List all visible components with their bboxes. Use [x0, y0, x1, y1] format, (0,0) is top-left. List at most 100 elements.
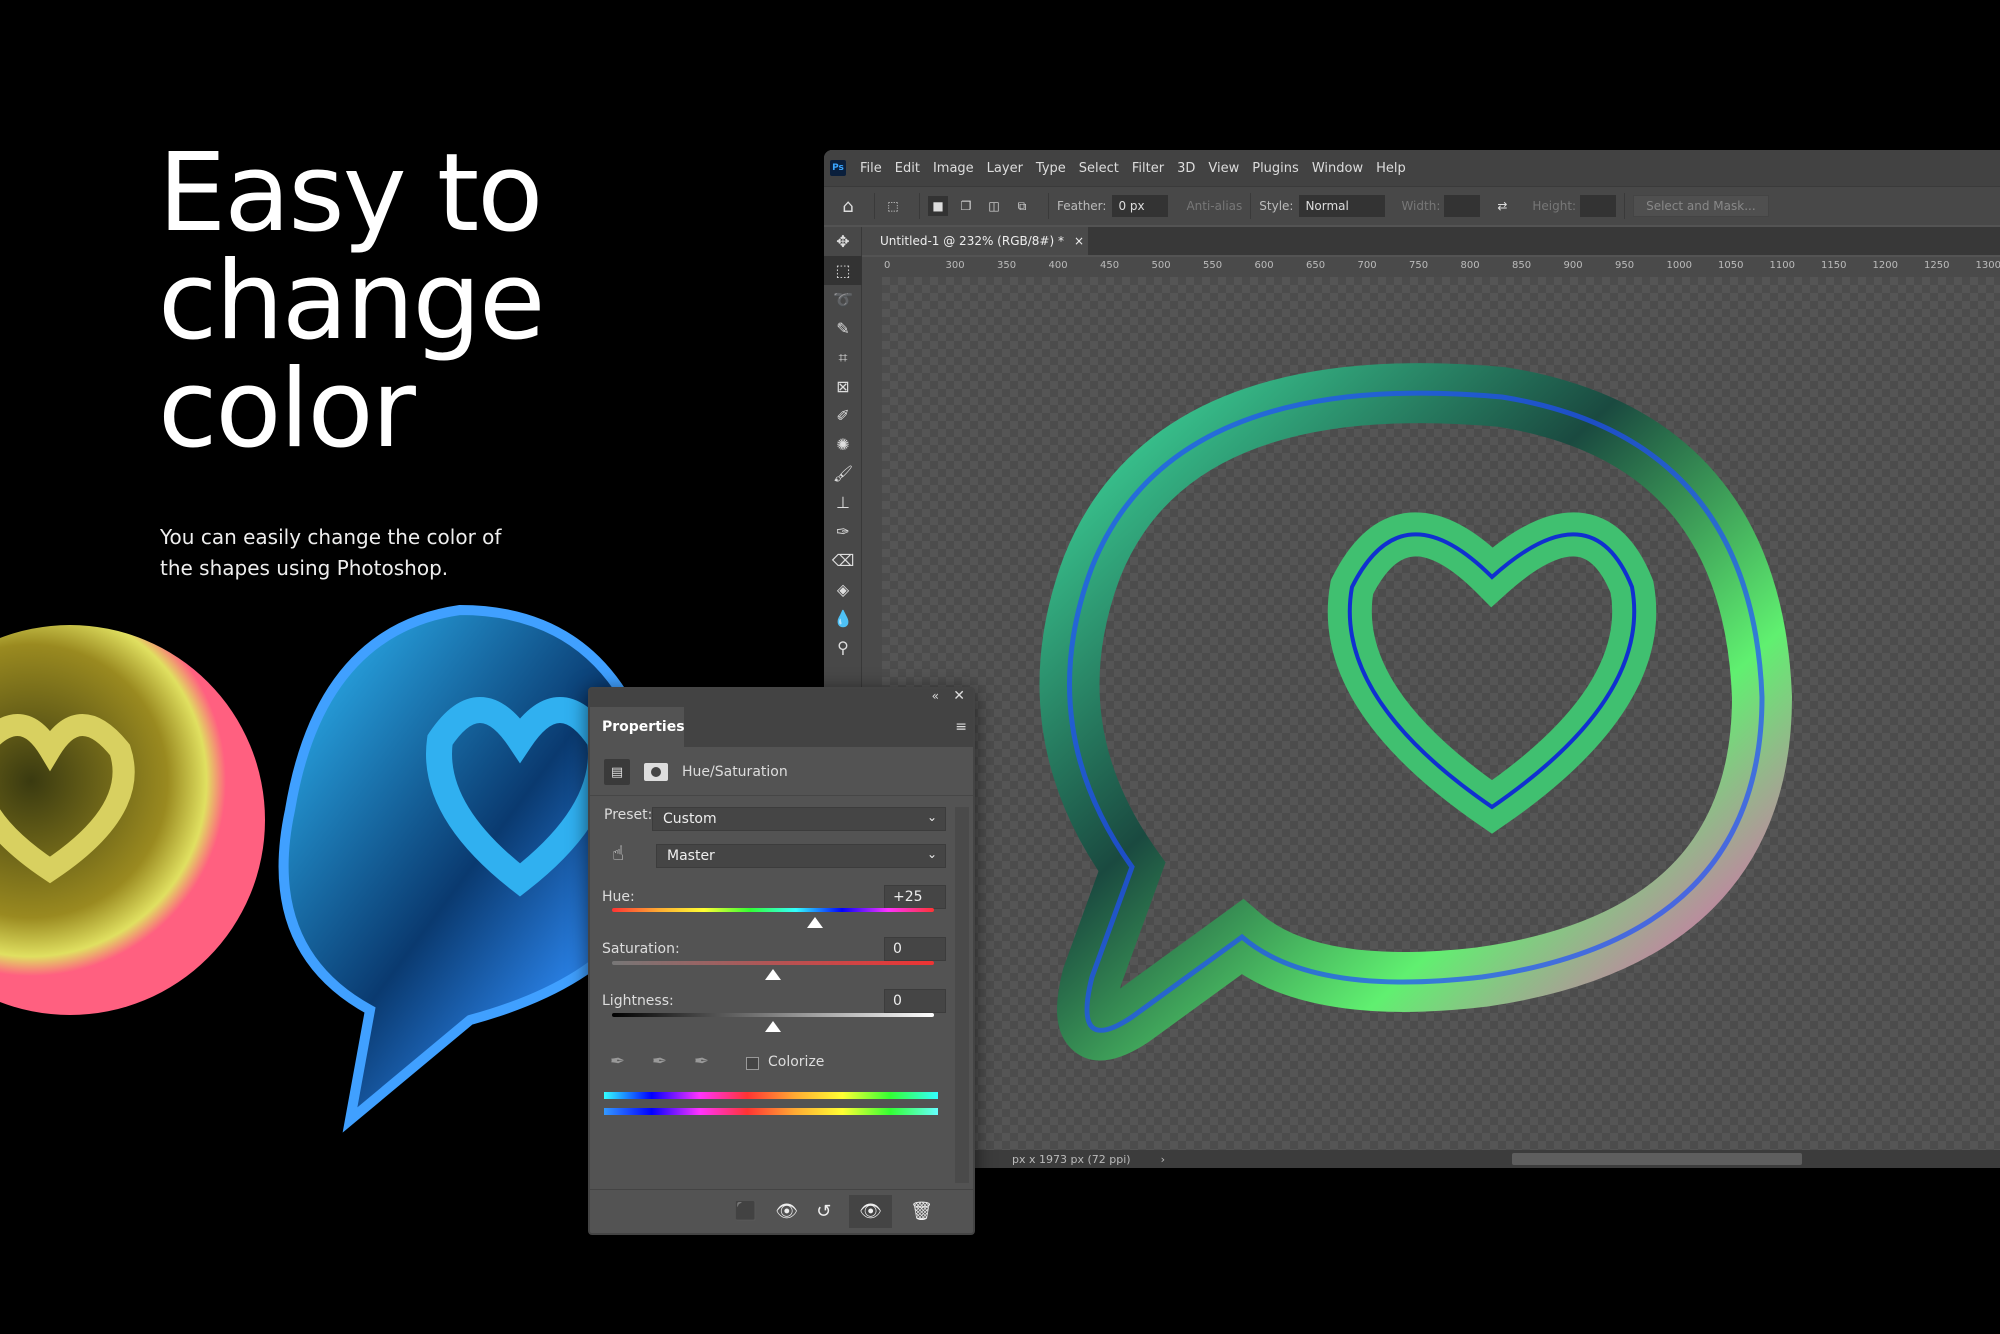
menu-window[interactable]: Window — [1312, 161, 1363, 176]
menu-filter[interactable]: Filter — [1132, 161, 1164, 176]
brush-tool-icon[interactable]: 🖌 — [824, 459, 862, 488]
style-select[interactable]: Normal — [1299, 195, 1386, 217]
view-previous-state-icon[interactable]: 👁 — [775, 1201, 798, 1222]
eyedropper-icon[interactable]: ✒ — [610, 1051, 625, 1072]
lasso-tool-icon[interactable]: ➰ — [824, 285, 862, 314]
ruler-tick-label: 650 — [1306, 260, 1326, 271]
antialias-checkbox[interactable]: Anti-alias — [1186, 199, 1242, 213]
add-selection-icon[interactable]: ❐ — [956, 196, 976, 216]
reset-icon[interactable]: ↺ — [816, 1201, 831, 1222]
preset-select[interactable]: Custom ⌄ — [652, 807, 946, 831]
lightness-input[interactable]: 0 — [884, 989, 946, 1013]
swap-icon[interactable]: ⇄ — [1492, 196, 1512, 216]
lightness-slider-track[interactable] — [612, 1013, 934, 1017]
menu-view[interactable]: View — [1208, 161, 1239, 176]
feather-input[interactable]: 0 px — [1112, 195, 1169, 217]
menu-help[interactable]: Help — [1376, 161, 1406, 176]
new-selection-icon[interactable]: ■ — [928, 196, 948, 216]
hue-slider-thumb[interactable] — [807, 917, 824, 928]
close-panel-icon[interactable]: ✕ — [953, 688, 965, 704]
eyedropper-plus-icon[interactable]: ✒ — [652, 1051, 667, 1072]
collapse-icon[interactable]: « — [932, 689, 939, 703]
colorize-checkbox[interactable] — [746, 1057, 759, 1070]
eyedropper-tool-icon[interactable]: ✐ — [824, 401, 862, 430]
headline-line: change — [158, 239, 545, 364]
paint-bucket-icon[interactable]: ◈ — [824, 575, 862, 604]
close-tab-icon[interactable]: × — [1074, 234, 1084, 248]
stamp-tool-icon[interactable]: ⊥ — [824, 488, 862, 517]
channel-select[interactable]: Master ⌄ — [656, 844, 946, 868]
heart-coin-icon — [0, 625, 265, 1015]
ruler-tick-label: 1050 — [1718, 260, 1744, 271]
quick-select-tool-icon[interactable]: ✎ — [824, 314, 862, 343]
mask-icon[interactable] — [644, 763, 668, 781]
horizontal-scrollbar[interactable] — [1512, 1153, 1802, 1165]
adjustment-icon[interactable]: ▤ — [604, 759, 630, 785]
status-bar: px x 1973 px (72 ppi) › — [862, 1150, 2000, 1168]
ruler-tick-label: 550 — [1203, 260, 1223, 271]
eraser-tool-icon[interactable]: ⌫ — [824, 546, 862, 575]
lightness-slider-thumb[interactable] — [765, 1021, 781, 1032]
hue-label: Hue: — [602, 889, 635, 905]
ruler-tick-label: 800 — [1460, 260, 1480, 271]
adjustment-title: Hue/Saturation — [682, 764, 788, 780]
saturation-label: Saturation: — [602, 941, 680, 957]
history-brush-icon[interactable]: ✑ — [824, 517, 862, 546]
heart-bubble-artwork — [1039, 363, 1793, 1061]
select-and-mask-button[interactable]: Select and Mask... — [1633, 195, 1769, 217]
ruler-tick-label: 1100 — [1769, 260, 1795, 271]
menu-file[interactable]: File — [860, 161, 882, 176]
hue-slider-track[interactable] — [612, 908, 934, 912]
menu-select[interactable]: Select — [1079, 161, 1119, 176]
toggle-visibility-icon[interactable]: 👁 — [849, 1195, 893, 1228]
ruler-tick-label: 500 — [1151, 260, 1171, 271]
delete-icon[interactable]: 🗑 — [910, 1201, 933, 1222]
blur-tool-icon[interactable]: 💧 — [824, 604, 862, 633]
preset-label: Preset: — [604, 807, 653, 823]
tab-properties[interactable]: Properties — [590, 707, 685, 747]
subtitle: You can easily change the color of the s… — [160, 525, 502, 580]
colorize-label: Colorize — [768, 1054, 825, 1070]
height-input[interactable] — [1580, 195, 1617, 217]
crop-tool-icon[interactable]: ⌗ — [824, 343, 862, 372]
panel-header: « ✕ Properties ≡ — [590, 688, 973, 747]
targeted-adjustment-hand-icon[interactable]: ☝ — [612, 841, 624, 865]
hue-input[interactable]: +25 — [884, 885, 946, 909]
dodge-tool-icon[interactable]: ⚲ — [824, 633, 862, 662]
clip-to-layer-icon[interactable]: ⬛ — [735, 1201, 757, 1222]
ruler-tick-label: 300 — [945, 260, 965, 271]
move-tool-icon[interactable]: ✥ — [824, 227, 862, 256]
intersect-selection-icon[interactable]: ⧉ — [1012, 196, 1032, 216]
menu-3d[interactable]: 3D — [1177, 161, 1195, 176]
saturation-input[interactable]: 0 — [884, 937, 946, 961]
marquee-tool-icon[interactable]: ⬚ — [824, 256, 862, 285]
home-icon[interactable]: ⌂ — [838, 196, 858, 217]
marquee-preset-icon[interactable]: ⬚ — [883, 196, 903, 216]
menu-edit[interactable]: Edit — [895, 161, 920, 176]
frame-tool-icon[interactable]: ⊠ — [824, 372, 862, 401]
saturation-slider-thumb[interactable] — [765, 969, 781, 980]
panel-scrollbar[interactable] — [955, 807, 969, 1183]
ruler-tick-label: 1250 — [1924, 260, 1950, 271]
menu-layer[interactable]: Layer — [987, 161, 1023, 176]
eyedropper-minus-icon[interactable]: ✒ — [694, 1051, 709, 1072]
document-canvas[interactable] — [882, 277, 2000, 1150]
ruler-tick-label: 350 — [997, 260, 1017, 271]
document-tab[interactable]: Untitled-1 @ 232% (RGB/8#) * × — [862, 227, 1088, 255]
ruler-tick-label: 1300 — [1975, 260, 2000, 271]
menu-image[interactable]: Image — [933, 161, 974, 176]
ruler-tick-label: 850 — [1512, 260, 1532, 271]
ruler-tick-label: 900 — [1563, 260, 1583, 271]
ruler-tick-label: 1000 — [1666, 260, 1692, 271]
subtract-selection-icon[interactable]: ◫ — [984, 196, 1004, 216]
panel-menu-icon[interactable]: ≡ — [955, 719, 967, 735]
horizontal-ruler: 0 300 350 400 450 500 550 600 650 700 750 800 850 900… — [862, 257, 2000, 277]
input-spectrum-bar — [604, 1108, 938, 1115]
menu-plugins[interactable]: Plugins — [1252, 161, 1299, 176]
saturation-slider-track[interactable] — [612, 961, 934, 965]
status-arrow-icon[interactable]: › — [1161, 1153, 1165, 1166]
options-bar: ⌂ ⬚ ■ ❐ ◫ ⧉ Feather: 0 px Anti-alias Sty… — [824, 186, 2000, 225]
healing-tool-icon[interactable]: ✺ — [824, 430, 862, 459]
width-input[interactable] — [1444, 195, 1481, 217]
menu-type[interactable]: Type — [1036, 161, 1066, 176]
